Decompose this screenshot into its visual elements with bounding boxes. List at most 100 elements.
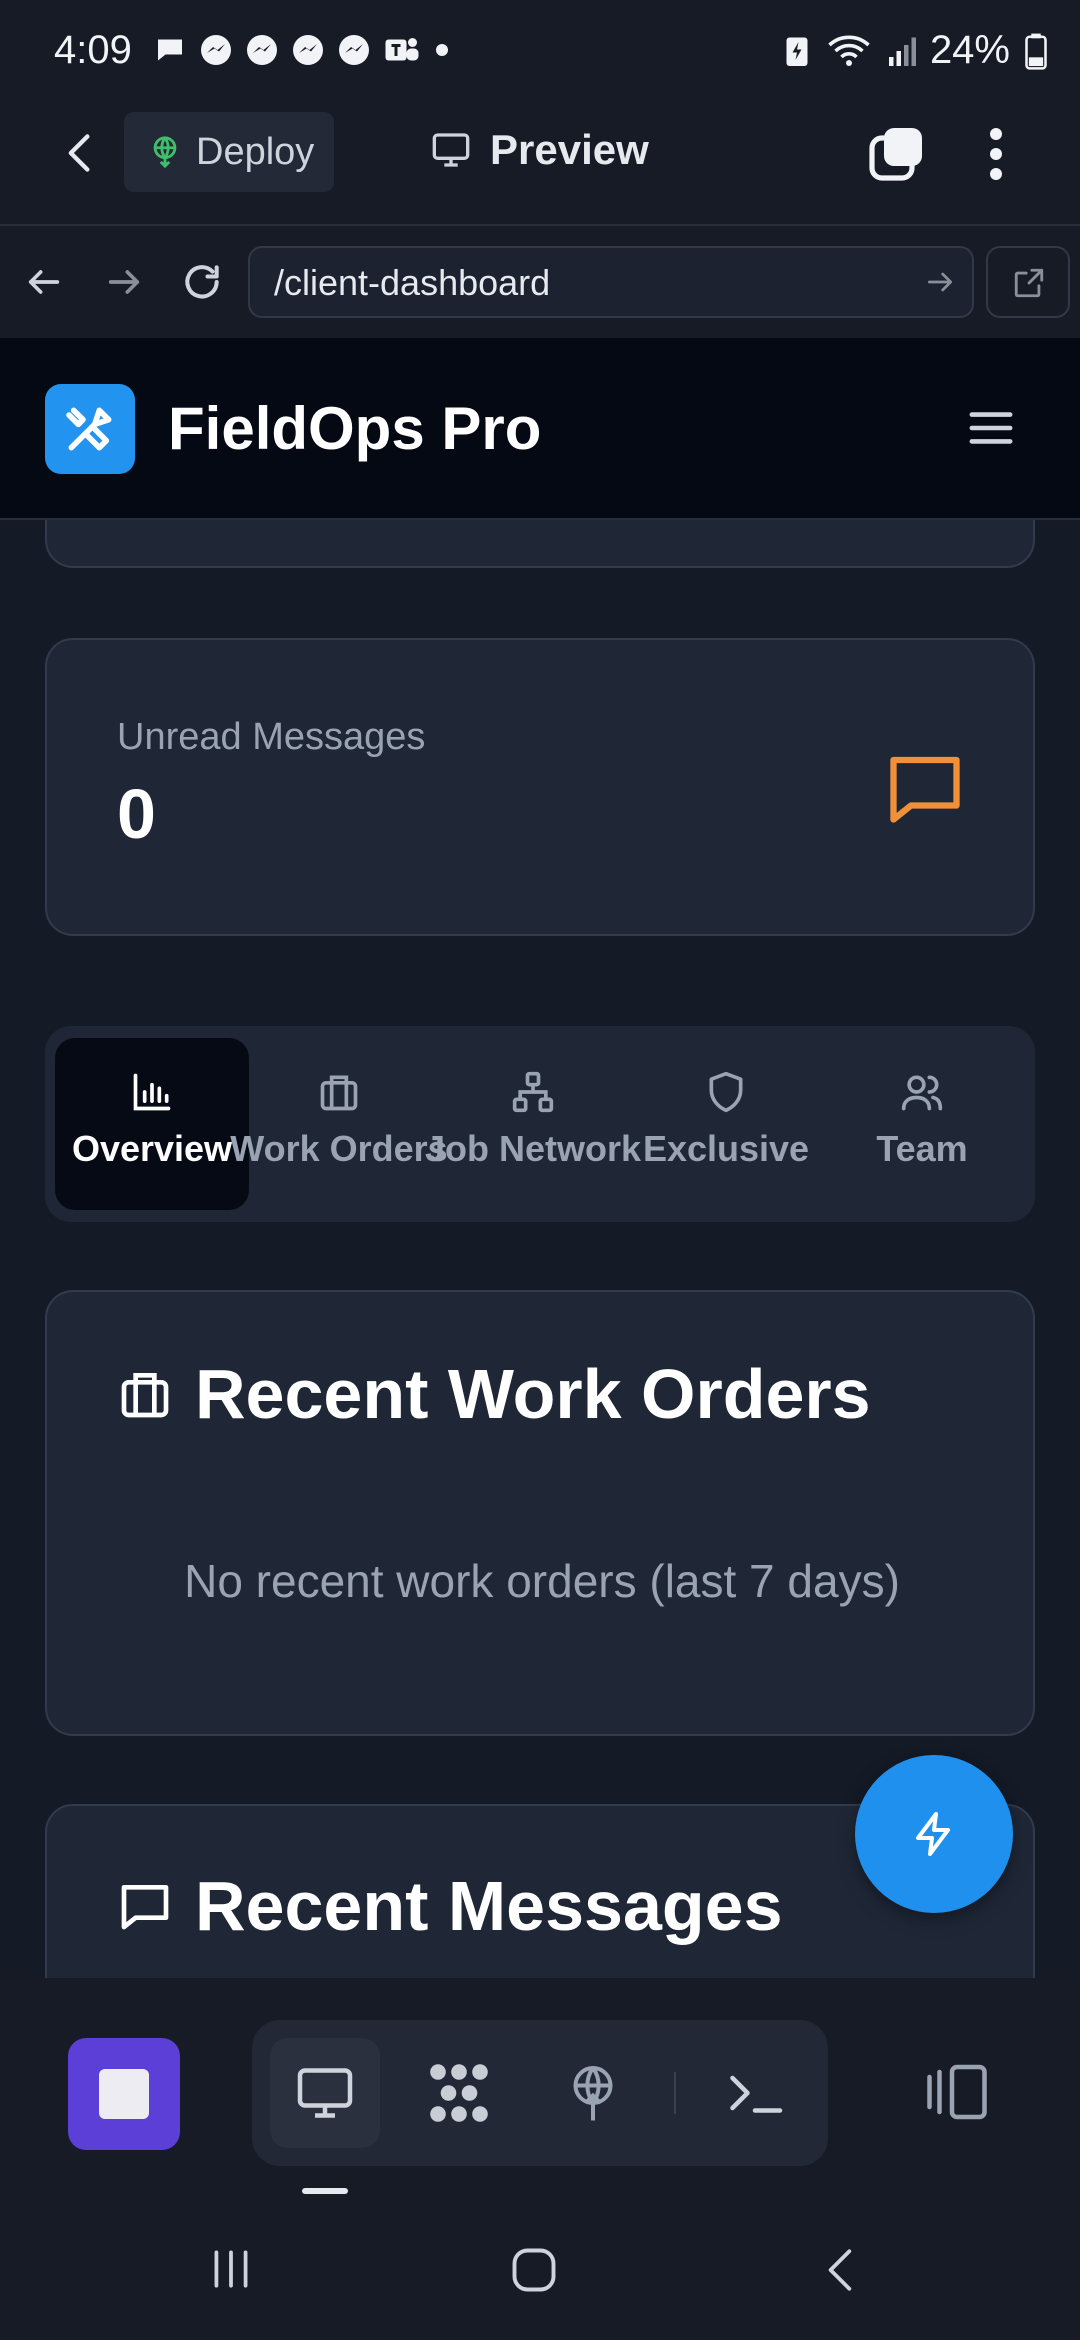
open-external-button[interactable] [986,246,1070,318]
status-bar: 4:09 24% [0,0,1080,100]
app-brand: FieldOps Pro [168,395,542,462]
arrow-left-icon [28,270,60,294]
tab-exclusive[interactable]: Exclusive [629,1038,823,1210]
unread-messages-label: Unread Messages [117,716,426,758]
url-text: /client-dashboard [274,262,551,303]
signal-icon [888,37,916,66]
status-time: 4:09 [54,28,132,72]
deploy-label: Deploy [196,130,315,173]
deploy-button[interactable]: Deploy [124,112,334,192]
messenger-icon [247,35,277,65]
tab-team-label: Team [876,1128,968,1169]
battery-saver-icon [786,37,808,66]
teams-icon [385,38,419,61]
layout-toggle-button[interactable] [922,2062,992,2122]
more-vertical-icon [990,128,1002,180]
tab-overview-label: Overview [71,1128,233,1169]
bar-chart-icon [133,1073,171,1111]
menu-icon [969,412,1013,444]
unread-messages-card: Unread Messages 0 [45,638,1035,936]
panels-icon [927,2064,987,2120]
tab-overview[interactable]: Overview [55,1038,249,1210]
url-input[interactable]: /client-dashboard [248,246,974,318]
nav-back-button[interactable] [24,262,64,302]
recent-work-orders-title: Recent Work Orders [195,1355,871,1433]
stop-icon [99,2069,149,2119]
agent-tool-button[interactable] [404,2038,514,2148]
ide-bottom-bar [0,1978,1080,2200]
editor-toolbar: Deploy Preview [0,100,1080,224]
active-tool-indicator [302,2188,348,2194]
recents-icon [214,2250,248,2288]
home-button[interactable] [508,2244,560,2296]
hamburger-menu-button[interactable] [968,408,1014,448]
dashboard-tabs: Overview Work Orders Job Network Exclusi… [45,1026,1035,1222]
dot-icon [436,44,448,56]
system-back-button[interactable] [816,2244,866,2296]
tab-job-network-label: Job Network [424,1128,642,1169]
status-right: 24% [782,28,1048,73]
recent-work-orders-card: Recent Work Orders No recent work orders… [45,1290,1035,1736]
app-header: FieldOps Pro [0,338,1080,520]
reload-icon [185,265,219,299]
network-icon [512,1071,554,1113]
tab-exclusive-label: Exclusive [642,1128,810,1169]
recent-work-orders-title-row: Recent Work Orders [117,1354,871,1434]
briefcase-icon [121,1373,169,1418]
reload-button[interactable] [180,260,224,304]
quick-action-button[interactable] [855,1755,1013,1913]
messenger-icon [201,35,231,65]
preview-label: Preview [490,126,649,173]
unread-messages-value: 0 [117,775,156,853]
terminal-icon [730,2075,783,2113]
system-nav-bar [0,2200,1080,2340]
chat-bubble-icon [158,39,182,61]
chevron-left-icon [828,2249,852,2291]
messenger-icon [339,35,369,65]
preview-tool-button[interactable] [270,2038,380,2148]
external-link-icon [1014,268,1044,298]
deploy-icon [153,136,177,169]
tab-job-network[interactable]: Job Network [425,1038,641,1210]
chevron-left-icon [68,134,90,172]
message-square-icon [121,1885,169,1930]
arrow-right-icon [108,270,140,294]
shell-tool-button[interactable] [700,2038,810,2148]
recent-messages-title-row: Recent Messages [117,1866,783,1946]
recents-button[interactable] [206,2244,256,2294]
notification-icons [152,32,452,68]
url-bar: /client-dashboard [0,224,1080,338]
stat-card-previous [45,520,1035,568]
home-icon [512,2248,556,2292]
battery-icon [1025,33,1047,70]
battery-percent: 24% [929,28,1010,72]
monitor-icon [432,133,470,167]
ide-tool-group [252,2020,828,2166]
lightning-icon [916,1812,950,1856]
more-options-button[interactable] [976,124,1016,184]
tab-work-orders[interactable]: Work Orders [230,1038,448,1210]
stop-button[interactable] [68,2038,180,2150]
recent-messages-title: Recent Messages [195,1867,783,1945]
agent-icon [430,2064,488,2122]
tab-work-orders-label: Work Orders [230,1128,448,1169]
deploy-icon [573,2066,613,2121]
tool-divider [674,2072,676,2114]
go-button[interactable] [924,266,956,298]
deploy-tool-button[interactable] [538,2038,648,2148]
monitor-icon [297,2068,353,2118]
tabs-switcher-button[interactable] [866,124,926,184]
app-logo[interactable] [45,384,135,474]
message-square-icon [890,756,960,823]
users-icon [901,1075,943,1111]
tab-team[interactable]: Team [825,1038,1019,1210]
arrow-right-icon [928,272,952,292]
nav-forward-button[interactable] [104,262,144,302]
back-button[interactable] [58,128,102,178]
briefcase-icon [320,1075,358,1111]
preview-tab[interactable]: Preview [430,126,649,174]
tabs-icon [869,128,922,181]
messenger-icon [293,35,323,65]
recent-work-orders-empty: No recent work orders (last 7 days) [184,1555,900,1607]
tools-icon [66,407,112,451]
